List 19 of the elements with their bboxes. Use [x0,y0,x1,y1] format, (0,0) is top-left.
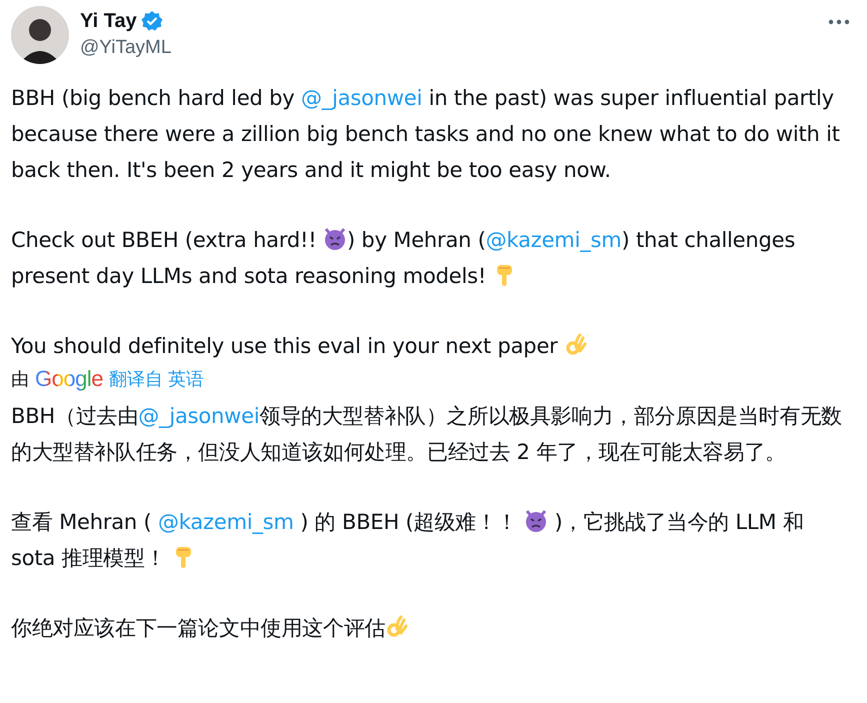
mention-link[interactable]: @kazemi_sm [158,510,294,534]
mention-link[interactable]: @kazemi_sm [486,228,622,252]
devil-face-icon [524,509,548,533]
tweet-paragraph: Check out BBEH (extra hard!! ) by Mehran (@kazemi_sm) that challenges present day LLMs and sota reasoning models! [11,226,796,290]
translated-paragraph: 你绝对应该在下一篇论文中使用这个评估 [11,610,851,646]
author-handle[interactable]: @YiTayML [80,34,816,62]
translated-from-link[interactable]: 翻译自 英语 [108,367,204,391]
tweet-paragraph: You should definitely use this eval in your next paper [11,328,851,364]
mention-link[interactable]: @_jasonwei [300,86,422,110]
ok-hand-icon [564,333,588,357]
more-options-icon[interactable] [827,18,851,26]
ok-hand-icon [385,615,410,639]
tweet-paragraph: BBH (big bench hard led by @_jasonwei in the past) was super influential partly because there were a zillion big bench tasks and no one knew what to do with it back then. It's been 2 years and it might be too easy now. [11,85,841,184]
mention-link[interactable]: @_jasonwei [138,404,260,428]
translated-paragraph: BBH（过去由@_jasonwei领导的大型替补队）之所以极具影响力，部分原因是当时有无数的大型替补队任务，但没人知道该如何处理。已经过去 2 年了，现在可能太容易了。 [11,403,843,466]
author-name[interactable]: Yi Tay [80,8,137,34]
translated-paragraph: 查看 Mehran ( @kazemi_sm ) 的 BBEH (超级难！！ )，它挑战了当今的 LLM 和 sota 推理模型！ [11,508,805,572]
devil-face-icon [322,227,347,251]
translated-by-label: 由 [11,368,29,391]
